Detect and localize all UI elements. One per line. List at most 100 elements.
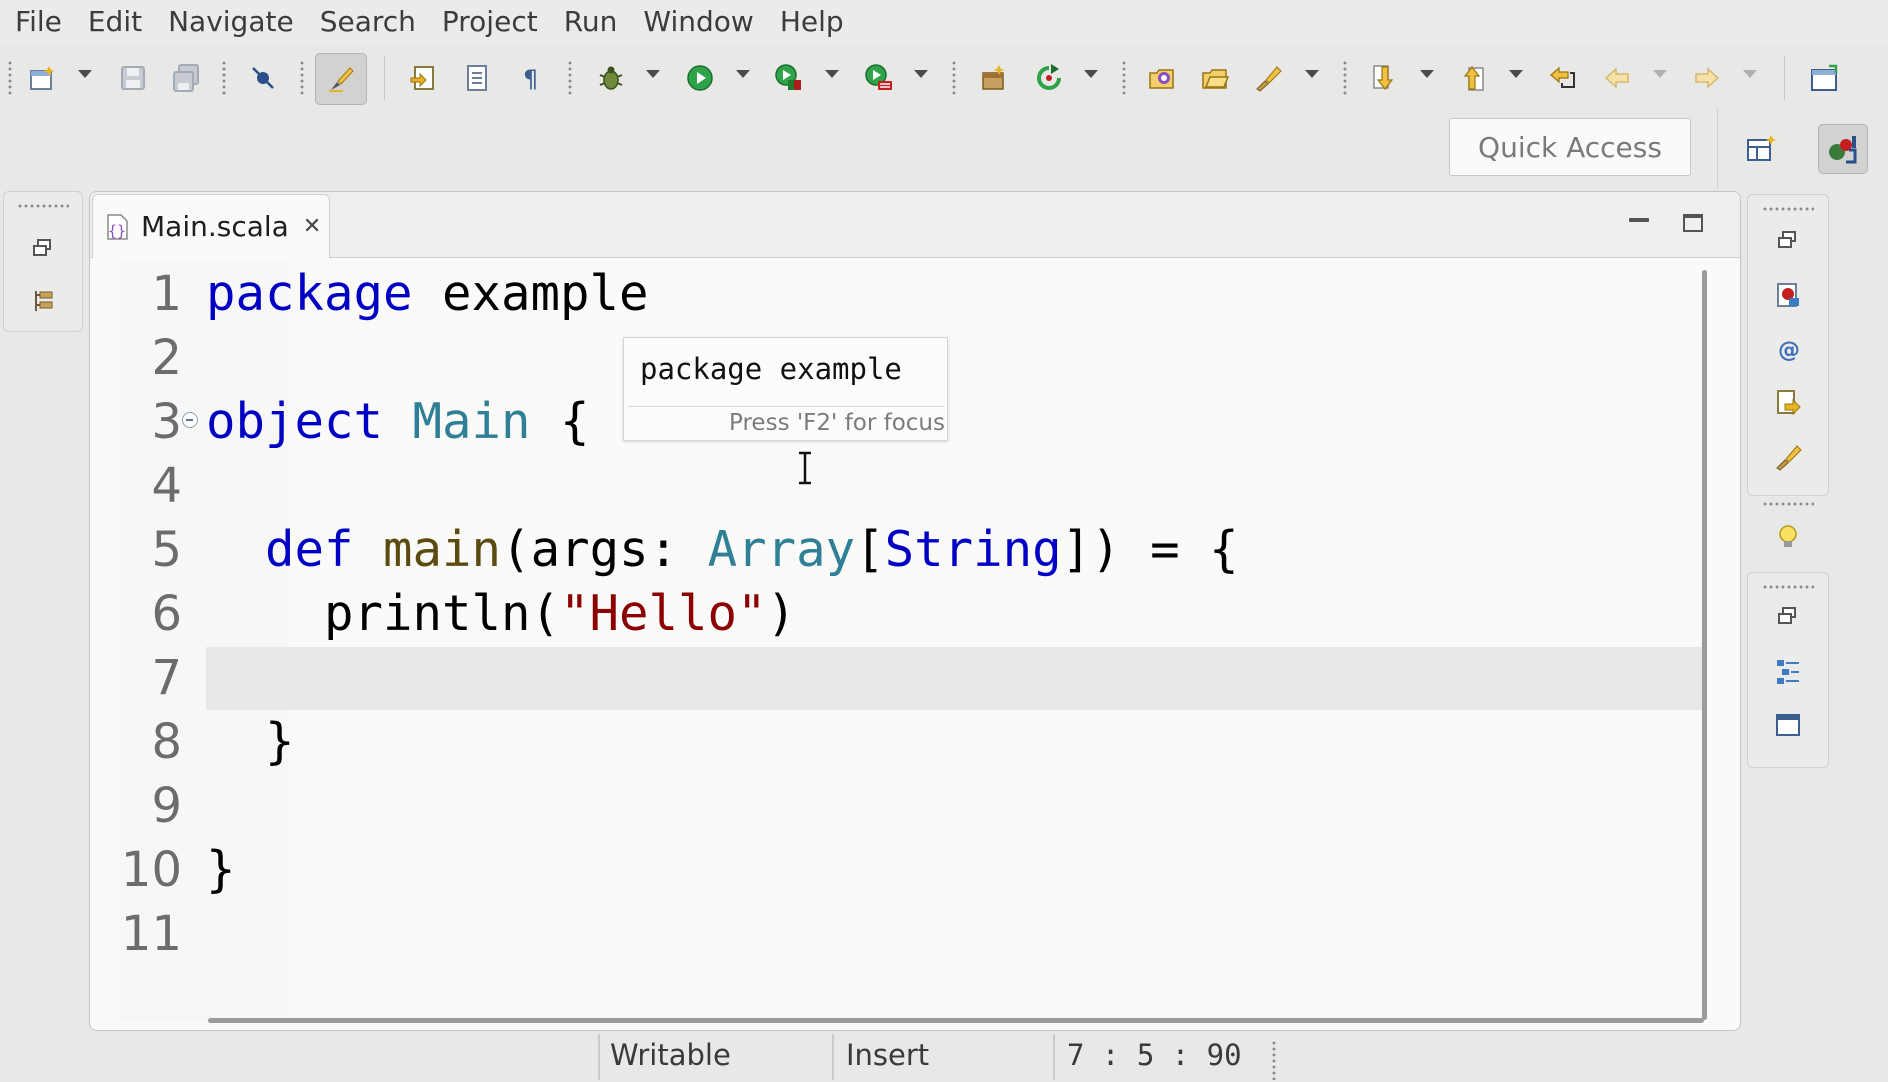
restore-icon[interactable]: [1770, 599, 1806, 635]
line-number: 9: [151, 778, 182, 834]
svg-text:¶: ¶: [523, 65, 538, 93]
problems-icon[interactable]: [1770, 277, 1806, 313]
forward-icon[interactable]: [1689, 60, 1725, 96]
menu-file[interactable]: File: [2, 0, 75, 44]
tab-label: Main.scala: [141, 210, 289, 243]
search-view-icon[interactable]: [1770, 439, 1806, 475]
new-package-icon[interactable]: [1144, 60, 1180, 96]
open-perspective-icon[interactable]: [1806, 60, 1842, 96]
outline-icon[interactable]: [1770, 653, 1806, 689]
toolbar-grip[interactable]: [300, 60, 304, 96]
maximize-icon[interactable]: [1683, 214, 1703, 232]
scala-perspective-button[interactable]: [1818, 124, 1868, 174]
line-number: 8: [151, 714, 182, 770]
declaration-icon[interactable]: [1770, 385, 1806, 421]
status-insert-mode[interactable]: Insert: [846, 1038, 929, 1072]
show-whitespace-icon[interactable]: ¶: [513, 60, 549, 96]
new-folder-icon[interactable]: [1197, 60, 1233, 96]
external-tools-dropdown-arrow[interactable]: [914, 70, 928, 78]
vertical-scrollbar[interactable]: [1702, 270, 1707, 1020]
search-icon[interactable]: [1250, 60, 1286, 96]
menu-help[interactable]: Help: [767, 0, 857, 44]
quick-access-placeholder: Quick Access: [1478, 130, 1662, 164]
tab-main-scala[interactable]: {} Main.scala ✕: [92, 194, 330, 258]
next-annotation-icon[interactable]: [1366, 60, 1402, 96]
coverage-dropdown-arrow[interactable]: [825, 70, 839, 78]
previous-annotation-icon[interactable]: [1455, 60, 1491, 96]
toolbar-grip[interactable]: [568, 60, 572, 96]
line-number: 7: [151, 650, 182, 706]
refresh-icon[interactable]: [1031, 60, 1067, 96]
back-icon[interactable]: [1599, 60, 1635, 96]
trim-grip[interactable]: [1762, 585, 1814, 589]
skip-breakpoints-icon[interactable]: [245, 60, 281, 96]
open-perspective-button[interactable]: [1737, 124, 1787, 174]
search-dropdown-arrow[interactable]: [1305, 70, 1319, 78]
horizontal-scrollbar[interactable]: [208, 1018, 1704, 1023]
svg-text:@: @: [1778, 338, 1800, 363]
line-number: 2: [151, 330, 182, 386]
debug-dropdown-arrow[interactable]: [646, 70, 660, 78]
status-separator: [1053, 1034, 1055, 1080]
trim-grip[interactable]: [1762, 502, 1814, 506]
toolbar-grip[interactable]: [1343, 60, 1347, 96]
refresh-dropdown-arrow[interactable]: [1084, 70, 1098, 78]
new-wizard-icon[interactable]: [24, 60, 60, 96]
code-line-6: println("Hello"): [206, 585, 797, 642]
toolbar-grip[interactable]: [952, 60, 956, 96]
line-number: 10: [120, 842, 182, 898]
new-dropdown-arrow[interactable]: [78, 70, 92, 78]
new-scala-project-icon[interactable]: [976, 60, 1012, 96]
save-all-icon[interactable]: [168, 60, 204, 96]
line-number: 11: [120, 906, 182, 962]
menu-edit[interactable]: Edit: [75, 0, 155, 44]
back-dropdown-arrow[interactable]: [1653, 70, 1667, 78]
run-icon[interactable]: [682, 60, 718, 96]
restore-icon[interactable]: [1770, 223, 1806, 259]
menu-navigate[interactable]: Navigate: [155, 0, 307, 44]
last-edit-location-icon[interactable]: [1545, 60, 1581, 96]
run-dropdown-arrow[interactable]: [736, 70, 750, 78]
right-trim-stack-bottom: [1747, 572, 1829, 768]
code-editor[interactable]: package example object Main { def main(a…: [206, 262, 1704, 1022]
run-coverage-icon[interactable]: [771, 60, 807, 96]
tip-of-the-day-icon[interactable]: [1770, 519, 1806, 555]
minimize-icon[interactable]: [1629, 218, 1649, 222]
previous-annotation-dropdown-arrow[interactable]: [1509, 70, 1523, 78]
open-type-icon[interactable]: [405, 60, 441, 96]
save-icon[interactable]: [115, 60, 151, 96]
code-line-1: package example: [206, 265, 649, 322]
toolbar-separator: [384, 56, 385, 100]
status-bar: Writable Insert 7 : 5 : 90: [0, 1032, 1888, 1082]
maximize-view-icon[interactable]: [1770, 707, 1806, 743]
mark-occurrences-icon[interactable]: [315, 53, 367, 105]
javadoc-icon[interactable]: @: [1770, 331, 1806, 367]
main-toolbar: ¶: [0, 44, 1888, 110]
status-separator: [598, 1034, 600, 1080]
menu-window[interactable]: Window: [630, 0, 766, 44]
close-icon[interactable]: ✕: [303, 215, 321, 238]
fold-collapse-icon[interactable]: [182, 412, 198, 428]
text-cursor-icon: [799, 451, 811, 485]
menu-run[interactable]: Run: [551, 0, 631, 44]
toolbar-grip[interactable]: [222, 60, 226, 96]
perspective-separator: [1717, 108, 1718, 190]
toolbar-grip[interactable]: [8, 60, 12, 96]
status-cursor-position: 7 : 5 : 90: [1067, 1038, 1242, 1072]
hover-divider: [628, 406, 944, 407]
menu-search[interactable]: Search: [307, 0, 429, 44]
toolbar-grip[interactable]: [1122, 60, 1126, 96]
trim-grip[interactable]: [17, 204, 69, 208]
open-resource-icon[interactable]: [459, 60, 495, 96]
external-tools-icon[interactable]: [861, 60, 897, 96]
hover-tooltip[interactable]: package example Press 'F2' for focus: [623, 337, 948, 441]
debug-icon[interactable]: [593, 60, 629, 96]
next-annotation-dropdown-arrow[interactable]: [1420, 70, 1434, 78]
status-separator: [832, 1034, 834, 1080]
status-grip[interactable]: [1272, 1040, 1276, 1080]
forward-dropdown-arrow[interactable]: [1743, 70, 1757, 78]
quick-access-field[interactable]: Quick Access: [1449, 118, 1691, 176]
hover-tooltip-text: package example: [640, 352, 902, 386]
trim-grip[interactable]: [1762, 207, 1814, 211]
menu-project[interactable]: Project: [429, 0, 551, 44]
